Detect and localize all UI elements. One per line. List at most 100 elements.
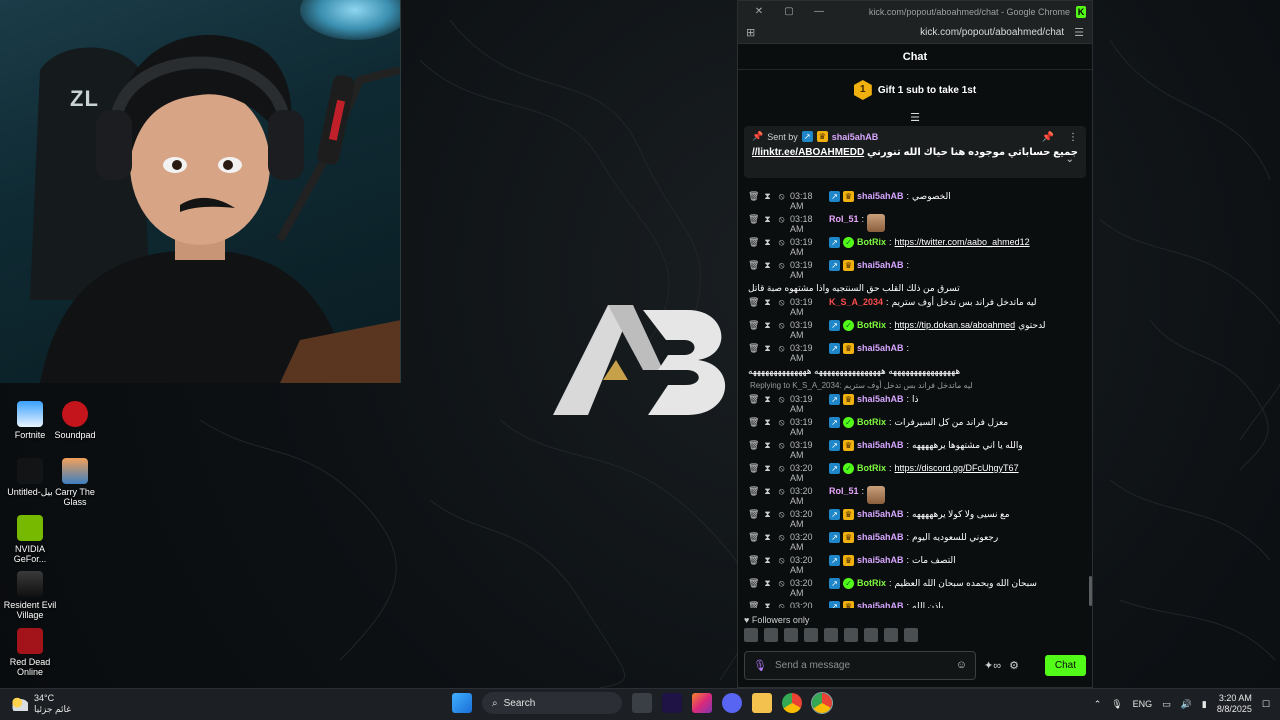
site-info-icon[interactable]: ⊞ — [746, 26, 755, 39]
emote-icon[interactable] — [784, 628, 798, 642]
chat-message[interactable]: 🗑 ⧗ ⦸ 03:19 AM ↗ ♛ shai5ahAB: ههههههههههههههههه… — [748, 340, 1082, 377]
ban-icon[interactable]: ⦸ — [776, 320, 787, 331]
emote-picker-icon[interactable]: ✦∞ — [984, 659, 1001, 672]
delete-icon[interactable]: 🗑 — [748, 297, 759, 308]
ban-icon[interactable]: ⦸ — [776, 555, 787, 566]
chat-message[interactable]: 🗑 ⧗ ⦸ 03:19 AM ↗ ♛ shai5ahAB: والله يا اني مشته… — [748, 437, 1082, 460]
desktop-icon-soundpad[interactable]: Soundpad — [45, 401, 105, 440]
unpin-icon[interactable]: 📌 — [1042, 132, 1054, 143]
ban-icon[interactable]: ⦸ — [776, 417, 787, 428]
message-username[interactable]: shai5ahAB — [857, 191, 904, 201]
chrome-active-icon[interactable] — [811, 692, 833, 714]
battery-icon[interactable]: ▮ — [1202, 699, 1207, 710]
gift-sub-banner[interactable]: 1 Gift 1 sub to take 1st — [738, 70, 1092, 110]
chat-scrollbar[interactable] — [1089, 576, 1092, 606]
chat-message[interactable]: 🗑 ⧗ ⦸ 03:19 AM ↗ ✓ BotRix: https://tip.dokan.sa… — [748, 317, 1082, 340]
emote-icon[interactable] — [844, 628, 858, 642]
delete-icon[interactable]: 🗑 — [748, 463, 759, 474]
message-username[interactable]: K_S_A_2034 — [829, 297, 883, 307]
chat-message[interactable]: 🗑 ⧗ ⦸ 03:20 AM ↗ ♛ shai5ahAB: مع نسيى ولا كولا … — [748, 506, 1082, 529]
ban-icon[interactable]: ⦸ — [776, 440, 787, 451]
ban-icon[interactable]: ⦸ — [776, 394, 787, 405]
timeout-icon[interactable]: ⧗ — [762, 601, 773, 608]
message-username[interactable]: shai5ahAB — [857, 532, 904, 542]
chevron-down-icon[interactable]: ⌄ — [1066, 154, 1074, 165]
clock[interactable]: 3:20 AM 8/8/2025 — [1217, 693, 1252, 715]
timeout-icon[interactable]: ⧗ — [762, 532, 773, 543]
emoji-icon[interactable]: ☺ — [956, 659, 967, 671]
chat-message[interactable]: 🗑 ⧗ ⦸ 03:18 AM Rol_51: — [748, 211, 1082, 234]
timeout-icon[interactable]: ⧗ — [762, 463, 773, 474]
timeout-icon[interactable]: ⧗ — [762, 394, 773, 405]
file-explorer-icon[interactable] — [752, 693, 772, 713]
delete-icon[interactable]: 🗑 — [748, 486, 759, 497]
chat-message[interactable]: 🗑 ⧗ ⦸ 03:18 AM ↗ ♛ shai5ahAB: الخصوصي — [748, 188, 1082, 211]
delete-icon[interactable]: 🗑 — [748, 394, 759, 405]
chat-message[interactable]: 🗑 ⧗ ⦸ 03:20 AM Rol_51: — [748, 483, 1082, 506]
message-username[interactable]: BotRix — [857, 237, 886, 247]
maximize-window-icon[interactable]: ▢ — [774, 6, 804, 17]
delete-icon[interactable]: 🗑 — [748, 191, 759, 202]
message-username[interactable]: shai5ahAB — [857, 440, 904, 450]
microphone-icon[interactable]: 🎙 — [753, 659, 767, 672]
premiere-icon[interactable] — [662, 693, 682, 713]
message-username[interactable]: shai5ahAB — [857, 260, 904, 270]
emote-icon[interactable] — [864, 628, 878, 642]
timeout-icon[interactable]: ⧗ — [762, 486, 773, 497]
timeout-icon[interactable]: ⧗ — [762, 440, 773, 451]
chevron-up-icon[interactable]: ⌃ — [1094, 699, 1102, 710]
delete-icon[interactable]: 🗑 — [748, 417, 759, 428]
desktop-icon-red-dead[interactable]: Red Dead Online — [0, 628, 60, 677]
ban-icon[interactable]: ⦸ — [776, 463, 787, 474]
settings-gear-icon[interactable]: ⚙ — [1009, 659, 1019, 672]
chat-message[interactable]: 🗑 ⧗ ⦸ 03:19 AM ↗ ✓ BotRix: معزل فراند من كل الس… — [748, 414, 1082, 437]
timeout-icon[interactable]: ⧗ — [762, 320, 773, 331]
timeout-icon[interactable]: ⧗ — [762, 191, 773, 202]
delete-icon[interactable]: 🗑 — [748, 509, 759, 520]
desktop-icon-carry-the-glass[interactable]: Carry The Glass — [45, 458, 105, 507]
close-window-icon[interactable]: ✕ — [744, 6, 774, 17]
notification-icon[interactable]: ☐ — [1262, 699, 1270, 710]
message-input[interactable] — [774, 659, 948, 671]
ban-icon[interactable]: ⦸ — [776, 601, 787, 608]
emote-icon[interactable] — [744, 628, 758, 642]
message-username[interactable]: Rol_51 — [829, 486, 859, 496]
delete-icon[interactable]: 🗑 — [748, 601, 759, 608]
message-username[interactable]: BotRix — [857, 320, 886, 330]
message-input-box[interactable]: 🎙 ☺ — [744, 650, 976, 680]
message-username[interactable]: shai5ahAB — [857, 394, 904, 404]
message-username[interactable]: shai5ahAB — [857, 509, 904, 519]
reply-context[interactable]: Replying to K_S_A_2034: ليه ماتدخل فراند… — [748, 377, 1082, 391]
timeout-icon[interactable]: ⧗ — [762, 214, 773, 225]
delete-icon[interactable]: 🗑 — [748, 343, 759, 354]
weather-widget[interactable]: 34°C غائم جزئيا — [10, 693, 71, 715]
ban-icon[interactable]: ⦸ — [776, 237, 787, 248]
filter-icon[interactable]: ☰ — [738, 110, 1092, 126]
timeout-icon[interactable]: ⧗ — [762, 260, 773, 271]
message-username[interactable]: shai5ahAB — [857, 601, 904, 608]
delete-icon[interactable]: 🗑 — [748, 532, 759, 543]
pinned-username[interactable]: shai5ahAB — [832, 132, 879, 142]
timeout-icon[interactable]: ⧗ — [762, 578, 773, 589]
chat-message[interactable]: 🗑 ⧗ ⦸ 03:19 AM K_S_A_2034: ليه ماتدخل فراند ب… — [748, 294, 1082, 317]
desktop-icon-nvidia[interactable]: NVIDIA GeFor... — [0, 515, 60, 564]
network-icon[interactable]: ▭ — [1162, 699, 1171, 710]
message-link[interactable]: https://tip.dokan.sa/aboahmed — [895, 320, 1016, 330]
ban-icon[interactable]: ⦸ — [776, 191, 787, 202]
timeout-icon[interactable]: ⧗ — [762, 417, 773, 428]
ban-icon[interactable]: ⦸ — [776, 214, 787, 225]
emote-icon[interactable] — [764, 628, 778, 642]
ban-icon[interactable]: ⦸ — [776, 509, 787, 520]
task-view-icon[interactable] — [632, 693, 652, 713]
emote-icon[interactable] — [804, 628, 818, 642]
chat-message[interactable]: 🗑 ⧗ ⦸ 03:19 AM ↗ ♛ shai5ahAB: ذا — [748, 391, 1082, 414]
send-chat-button[interactable]: Chat — [1044, 654, 1086, 676]
chrome-icon[interactable] — [782, 693, 802, 713]
message-link[interactable]: https://twitter.com/aabo_ahmed12 — [895, 237, 1030, 247]
timeout-icon[interactable]: ⧗ — [762, 343, 773, 354]
taskbar-search[interactable]: ⌕ Search — [482, 692, 622, 714]
message-link[interactable]: https://discord.gg/DFcUhgyT67 — [895, 463, 1019, 473]
message-username[interactable]: shai5ahAB — [857, 343, 904, 353]
emote-icon[interactable] — [884, 628, 898, 642]
timeout-icon[interactable]: ⧗ — [762, 509, 773, 520]
